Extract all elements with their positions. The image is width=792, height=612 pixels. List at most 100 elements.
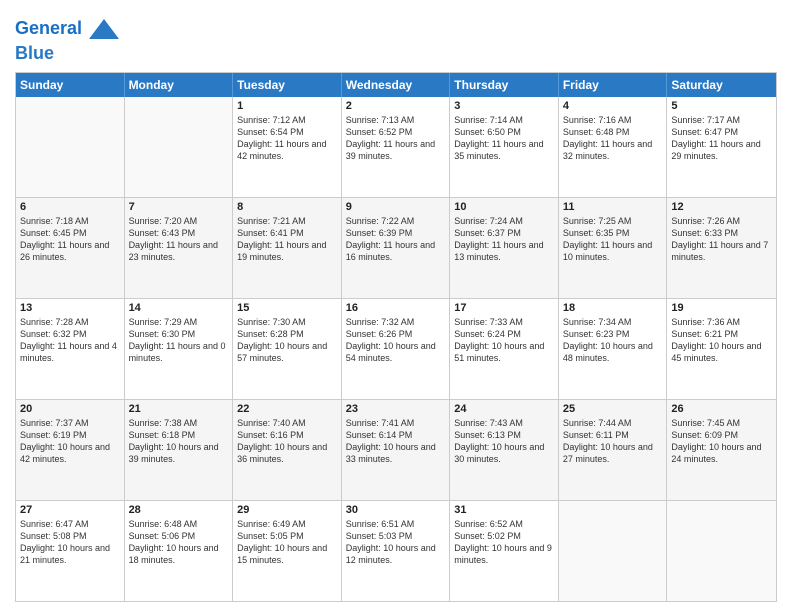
cell-info: Sunrise: 7:28 AM Sunset: 6:32 PM Dayligh… xyxy=(20,316,120,365)
cell-info: Sunrise: 6:51 AM Sunset: 5:03 PM Dayligh… xyxy=(346,518,446,567)
calendar-cell-empty xyxy=(16,97,125,197)
day-number: 6 xyxy=(20,201,120,213)
day-number: 31 xyxy=(454,504,554,516)
calendar-cell: 27Sunrise: 6:47 AM Sunset: 5:08 PM Dayli… xyxy=(16,501,125,601)
calendar-header-cell: Monday xyxy=(125,73,234,97)
calendar-cell: 6Sunrise: 7:18 AM Sunset: 6:45 PM Daylig… xyxy=(16,198,125,298)
cell-info: Sunrise: 6:52 AM Sunset: 5:02 PM Dayligh… xyxy=(454,518,554,567)
calendar-cell: 30 Sunrise: 6:51 AM Sunset: 5:03 PM Dayli… xyxy=(342,501,451,601)
calendar-cell: 12 Sunrise: 7:26 AM Sunset: 6:33 PM Dayli… xyxy=(667,198,776,298)
calendar-cell: 4 Sunrise: 7:16 AM Sunset: 6:48 PM Daylig… xyxy=(559,97,668,197)
calendar-cell: 20Sunrise: 7:37 AM Sunset: 6:19 PM Dayli… xyxy=(16,400,125,500)
day-number: 29 xyxy=(237,504,337,516)
calendar-cell: 10 Sunrise: 7:24 AM Sunset: 6:37 PM Dayli… xyxy=(450,198,559,298)
day-number: 2 xyxy=(346,100,446,112)
logo: General Blue xyxy=(15,14,119,64)
day-number: 30 xyxy=(346,504,446,516)
calendar-week-row: 27Sunrise: 6:47 AM Sunset: 5:08 PM Dayli… xyxy=(16,501,776,601)
cell-info: Sunrise: 7:41 AM Sunset: 6:14 PM Dayligh… xyxy=(346,417,446,466)
day-number: 12 xyxy=(671,201,772,213)
calendar-cell: 5 Sunrise: 7:17 AM Sunset: 6:47 PM Daylig… xyxy=(667,97,776,197)
day-number: 28 xyxy=(129,504,229,516)
day-number: 18 xyxy=(563,302,663,314)
calendar-cell: 22Sunrise: 7:40 AM Sunset: 6:16 PM Dayli… xyxy=(233,400,342,500)
cell-info: Sunrise: 7:33 AM Sunset: 6:24 PM Dayligh… xyxy=(454,316,554,365)
cell-info: Sunrise: 7:34 AM Sunset: 6:23 PM Dayligh… xyxy=(563,316,663,365)
calendar-cell: 8 Sunrise: 7:21 AM Sunset: 6:41 PM Daylig… xyxy=(233,198,342,298)
cell-info: Sunrise: 7:14 AM Sunset: 6:50 PM Dayligh… xyxy=(454,114,554,163)
day-number: 24 xyxy=(454,403,554,415)
calendar-cell: 19 Sunrise: 7:36 AM Sunset: 6:21 PM Dayli… xyxy=(667,299,776,399)
logo-text: General xyxy=(15,14,119,44)
calendar-cell: 16Sunrise: 7:32 AM Sunset: 6:26 PM Dayli… xyxy=(342,299,451,399)
calendar-header-cell: Thursday xyxy=(450,73,559,97)
calendar-header-cell: Tuesday xyxy=(233,73,342,97)
day-number: 9 xyxy=(346,201,446,213)
calendar-cell: 25Sunrise: 7:44 AM Sunset: 6:11 PM Dayli… xyxy=(559,400,668,500)
day-number: 10 xyxy=(454,201,554,213)
calendar-week-row: 20Sunrise: 7:37 AM Sunset: 6:19 PM Dayli… xyxy=(16,400,776,501)
day-number: 19 xyxy=(671,302,772,314)
cell-info: Sunrise: 7:25 AM Sunset: 6:35 PM Dayligh… xyxy=(563,215,663,264)
day-number: 16 xyxy=(346,302,446,314)
calendar-week-row: 6Sunrise: 7:18 AM Sunset: 6:45 PM Daylig… xyxy=(16,198,776,299)
cell-info: Sunrise: 7:38 AM Sunset: 6:18 PM Dayligh… xyxy=(129,417,229,466)
header: General Blue xyxy=(15,10,777,64)
cell-info: Sunrise: 7:36 AM Sunset: 6:21 PM Dayligh… xyxy=(671,316,772,365)
cell-info: Sunrise: 7:21 AM Sunset: 6:41 PM Dayligh… xyxy=(237,215,337,264)
day-number: 21 xyxy=(129,403,229,415)
calendar-cell: 14 Sunrise: 7:29 AM Sunset: 6:30 PM Dayli… xyxy=(125,299,234,399)
calendar-cell: 23 Sunrise: 7:41 AM Sunset: 6:14 PM Dayli… xyxy=(342,400,451,500)
day-number: 13 xyxy=(20,302,120,314)
calendar-cell: 15 Sunrise: 7:30 AM Sunset: 6:28 PM Dayli… xyxy=(233,299,342,399)
day-number: 4 xyxy=(563,100,663,112)
calendar-cell: 26Sunrise: 7:45 AM Sunset: 6:09 PM Dayli… xyxy=(667,400,776,500)
day-number: 15 xyxy=(237,302,337,314)
calendar-cell: 13 Sunrise: 7:28 AM Sunset: 6:32 PM Dayli… xyxy=(16,299,125,399)
day-number: 8 xyxy=(237,201,337,213)
cell-info: Sunrise: 7:22 AM Sunset: 6:39 PM Dayligh… xyxy=(346,215,446,264)
calendar-header-cell: Sunday xyxy=(16,73,125,97)
cell-info: Sunrise: 7:24 AM Sunset: 6:37 PM Dayligh… xyxy=(454,215,554,264)
day-number: 14 xyxy=(129,302,229,314)
calendar-cell-empty xyxy=(125,97,234,197)
calendar-cell-empty xyxy=(559,501,668,601)
calendar-cell: 9 Sunrise: 7:22 AM Sunset: 6:39 PM Daylig… xyxy=(342,198,451,298)
calendar-header-row: SundayMondayTuesdayWednesdayThursdayFrid… xyxy=(16,73,776,97)
calendar-header-cell: Wednesday xyxy=(342,73,451,97)
cell-info: Sunrise: 6:49 AM Sunset: 5:05 PM Dayligh… xyxy=(237,518,337,567)
cell-info: Sunrise: 7:17 AM Sunset: 6:47 PM Dayligh… xyxy=(671,114,772,163)
day-number: 1 xyxy=(237,100,337,112)
cell-info: Sunrise: 7:26 AM Sunset: 6:33 PM Dayligh… xyxy=(671,215,772,264)
cell-info: Sunrise: 7:29 AM Sunset: 6:30 PM Dayligh… xyxy=(129,316,229,365)
cell-info: Sunrise: 7:16 AM Sunset: 6:48 PM Dayligh… xyxy=(563,114,663,163)
cell-info: Sunrise: 7:45 AM Sunset: 6:09 PM Dayligh… xyxy=(671,417,772,466)
cell-info: Sunrise: 7:40 AM Sunset: 6:16 PM Dayligh… xyxy=(237,417,337,466)
day-number: 23 xyxy=(346,403,446,415)
day-number: 11 xyxy=(563,201,663,213)
calendar-cell: 17 Sunrise: 7:33 AM Sunset: 6:24 PM Dayli… xyxy=(450,299,559,399)
calendar-header-cell: Friday xyxy=(559,73,668,97)
cell-info: Sunrise: 7:37 AM Sunset: 6:19 PM Dayligh… xyxy=(20,417,120,466)
calendar-header-cell: Saturday xyxy=(667,73,776,97)
calendar-cell-empty xyxy=(667,501,776,601)
cell-info: Sunrise: 7:30 AM Sunset: 6:28 PM Dayligh… xyxy=(237,316,337,365)
calendar-body: 1 Sunrise: 7:12 AM Sunset: 6:54 PM Daylig… xyxy=(16,97,776,601)
day-number: 5 xyxy=(671,100,772,112)
cell-info: Sunrise: 6:48 AM Sunset: 5:06 PM Dayligh… xyxy=(129,518,229,567)
cell-info: Sunrise: 7:12 AM Sunset: 6:54 PM Dayligh… xyxy=(237,114,337,163)
calendar-cell: 1 Sunrise: 7:12 AM Sunset: 6:54 PM Daylig… xyxy=(233,97,342,197)
calendar-cell: 18 Sunrise: 7:34 AM Sunset: 6:23 PM Dayli… xyxy=(559,299,668,399)
calendar-cell: 21 Sunrise: 7:38 AM Sunset: 6:18 PM Dayli… xyxy=(125,400,234,500)
calendar-cell: 31 Sunrise: 6:52 AM Sunset: 5:02 PM Dayli… xyxy=(450,501,559,601)
calendar-cell: 3Sunrise: 7:14 AM Sunset: 6:50 PM Daylig… xyxy=(450,97,559,197)
cell-info: Sunrise: 7:43 AM Sunset: 6:13 PM Dayligh… xyxy=(454,417,554,466)
day-number: 17 xyxy=(454,302,554,314)
calendar-week-row: 1 Sunrise: 7:12 AM Sunset: 6:54 PM Daylig… xyxy=(16,97,776,198)
page: General Blue SundayMondayTuesdayWednesda… xyxy=(0,0,792,612)
calendar: SundayMondayTuesdayWednesdayThursdayFrid… xyxy=(15,72,777,602)
cell-info: Sunrise: 6:47 AM Sunset: 5:08 PM Dayligh… xyxy=(20,518,120,567)
calendar-cell: 11 Sunrise: 7:25 AM Sunset: 6:35 PM Dayli… xyxy=(559,198,668,298)
calendar-week-row: 13 Sunrise: 7:28 AM Sunset: 6:32 PM Dayli… xyxy=(16,299,776,400)
calendar-cell: 29 Sunrise: 6:49 AM Sunset: 5:05 PM Dayli… xyxy=(233,501,342,601)
